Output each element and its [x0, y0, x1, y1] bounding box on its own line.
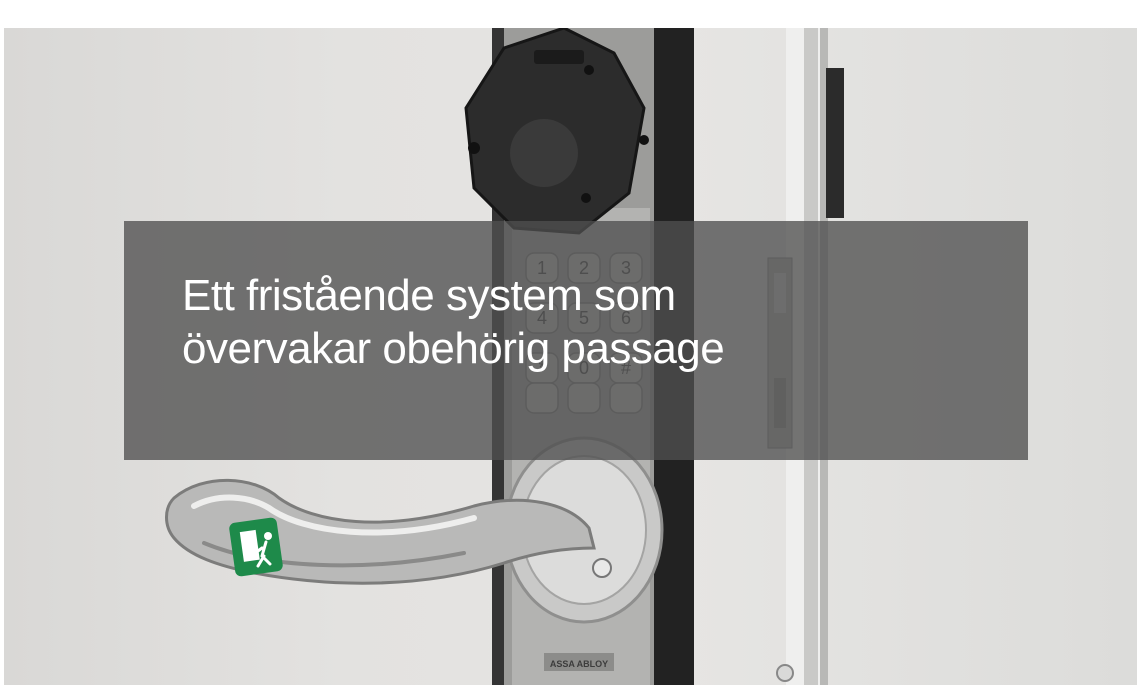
headline-line-1: Ett fristående system som [182, 271, 676, 320]
headline: Ett fristående system som övervakar obeh… [182, 269, 1002, 375]
headline-banner: Ett fristående system som övervakar obeh… [124, 221, 1028, 460]
headline-line-2: övervakar obehörig passage [182, 324, 725, 373]
lock-brand-label: ASSA ABLOY [550, 659, 608, 669]
